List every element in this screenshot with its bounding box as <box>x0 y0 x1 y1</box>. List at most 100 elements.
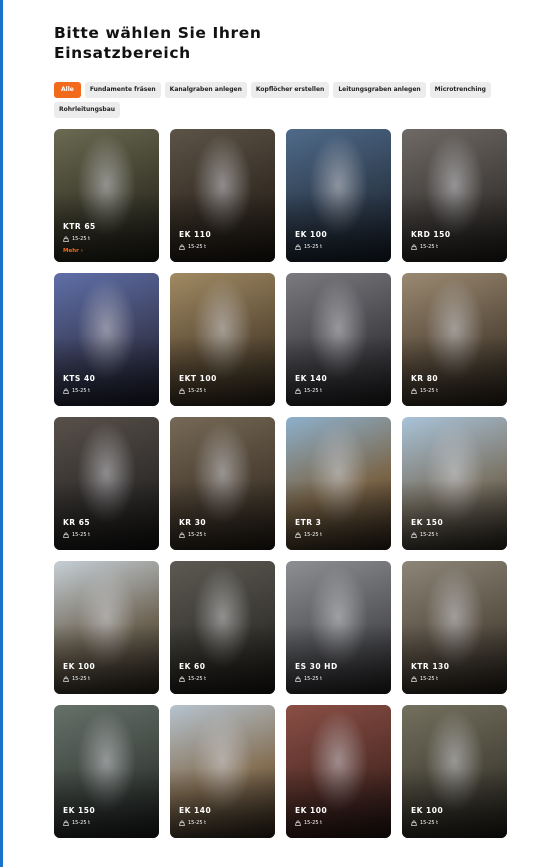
weight-icon <box>179 244 185 250</box>
product-card[interactable]: EK 150 15-25 t <box>402 417 507 550</box>
weight-icon <box>63 532 69 538</box>
product-weight: 15-25 t <box>63 236 90 242</box>
product-weight: 15-25 t <box>63 388 90 394</box>
card-overlay <box>402 480 507 550</box>
product-card[interactable]: EKT 100 15-25 t <box>170 273 275 406</box>
product-card[interactable]: KTS 40 15-25 t <box>54 273 159 406</box>
product-card[interactable]: EK 150 15-25 t <box>54 705 159 838</box>
product-card[interactable]: EK 100 15-25 t <box>286 129 391 262</box>
card-overlay <box>54 336 159 406</box>
weight-icon <box>411 532 417 538</box>
product-name: EK 100 <box>63 662 96 671</box>
product-weight: 15-25 t <box>179 388 206 394</box>
weight-value: 15-25 t <box>420 676 439 682</box>
product-weight: 15-25 t <box>179 244 206 250</box>
weight-value: 15-25 t <box>304 532 323 538</box>
card-overlay <box>402 624 507 694</box>
filter-chip[interactable]: Rohrleitungsbau <box>54 102 121 118</box>
product-weight: 15-25 t <box>411 244 438 250</box>
product-name: KR 80 <box>411 374 439 383</box>
card-overlay <box>402 768 507 838</box>
page-title: Bitte wählen Sie Ihren Einsatzbereich <box>54 24 262 62</box>
weight-value: 15-25 t <box>72 676 91 682</box>
filter-chip[interactable]: Leitungsgraben anlegen <box>333 82 426 98</box>
product-weight: 15-25 t <box>295 388 322 394</box>
weight-value: 15-25 t <box>72 236 91 242</box>
card-overlay <box>286 336 391 406</box>
product-weight: 15-25 t <box>411 388 438 394</box>
card-overlay <box>402 336 507 406</box>
weight-value: 15-25 t <box>72 820 91 826</box>
product-name: KRD 150 <box>411 230 451 239</box>
product-name: KTR 65 <box>63 222 96 231</box>
product-card[interactable]: KR 65 15-25 t <box>54 417 159 550</box>
product-card[interactable]: KRD 150 15-25 t <box>402 129 507 262</box>
weight-value: 15-25 t <box>188 388 207 394</box>
weight-icon <box>63 236 69 242</box>
product-card[interactable]: EK 100 15-25 t <box>402 705 507 838</box>
card-overlay <box>54 768 159 838</box>
card-overlay <box>286 480 391 550</box>
card-overlay <box>54 480 159 550</box>
weight-value: 15-25 t <box>304 676 323 682</box>
product-name: EK 100 <box>295 230 328 239</box>
weight-icon <box>411 676 417 682</box>
weight-value: 15-25 t <box>72 532 91 538</box>
product-weight: 15-25 t <box>179 532 206 538</box>
product-name: EK 60 <box>179 662 206 671</box>
card-overlay <box>286 624 391 694</box>
product-card[interactable]: KR 30 15-25 t <box>170 417 275 550</box>
product-card[interactable]: KTR 65 15-25 t Mehr › <box>54 129 159 262</box>
product-card[interactable]: ETR 3 15-25 t <box>286 417 391 550</box>
product-name: ETR 3 <box>295 518 322 527</box>
weight-icon <box>63 676 69 682</box>
product-name: ES 30 HD <box>295 662 338 671</box>
weight-value: 15-25 t <box>304 244 323 250</box>
product-weight: 15-25 t <box>295 244 322 250</box>
product-weight: 15-25 t <box>179 820 206 826</box>
card-overlay <box>170 624 275 694</box>
filter-chip[interactable]: Kopflöcher erstellen <box>250 82 330 98</box>
product-name: KTS 40 <box>63 374 96 383</box>
product-card[interactable]: EK 100 15-25 t <box>54 561 159 694</box>
weight-icon <box>411 244 417 250</box>
weight-icon <box>179 532 185 538</box>
card-overlay <box>286 768 391 838</box>
filter-chip[interactable]: Fundamente fräsen <box>84 82 161 98</box>
product-weight: 15-25 t <box>411 820 438 826</box>
weight-value: 15-25 t <box>188 244 207 250</box>
card-overlay <box>170 480 275 550</box>
product-card[interactable]: EK 100 15-25 t <box>286 705 391 838</box>
more-link[interactable]: Mehr › <box>63 248 83 254</box>
card-overlay <box>402 192 507 262</box>
filter-chip[interactable]: Microtrenching <box>429 82 491 98</box>
product-card[interactable]: EK 110 15-25 t <box>170 129 275 262</box>
product-weight: 15-25 t <box>295 820 322 826</box>
product-card[interactable]: KTR 130 15-25 t <box>402 561 507 694</box>
weight-icon <box>63 388 69 394</box>
filter-chip-active[interactable]: Alle <box>54 82 81 98</box>
product-card[interactable]: EK 140 15-25 t <box>170 705 275 838</box>
product-name: EK 110 <box>179 230 212 239</box>
product-card[interactable]: EK 140 15-25 t <box>286 273 391 406</box>
product-card[interactable]: KR 80 15-25 t <box>402 273 507 406</box>
weight-value: 15-25 t <box>188 532 207 538</box>
weight-icon <box>179 820 185 826</box>
product-name: KTR 130 <box>411 662 450 671</box>
left-border <box>0 0 3 867</box>
filter-chip[interactable]: Kanalgraben anlegen <box>164 82 247 98</box>
weight-icon <box>63 820 69 826</box>
product-name: EK 150 <box>411 518 444 527</box>
weight-value: 15-25 t <box>420 388 439 394</box>
weight-value: 15-25 t <box>188 676 207 682</box>
weight-icon <box>295 676 301 682</box>
weight-value: 15-25 t <box>420 820 439 826</box>
weight-icon <box>295 820 301 826</box>
weight-icon <box>179 388 185 394</box>
weight-icon <box>411 388 417 394</box>
product-card[interactable]: ES 30 HD 15-25 t <box>286 561 391 694</box>
product-name: KR 30 <box>179 518 207 527</box>
product-weight: 15-25 t <box>295 532 322 538</box>
product-weight: 15-25 t <box>63 532 90 538</box>
product-card[interactable]: EK 60 15-25 t <box>170 561 275 694</box>
